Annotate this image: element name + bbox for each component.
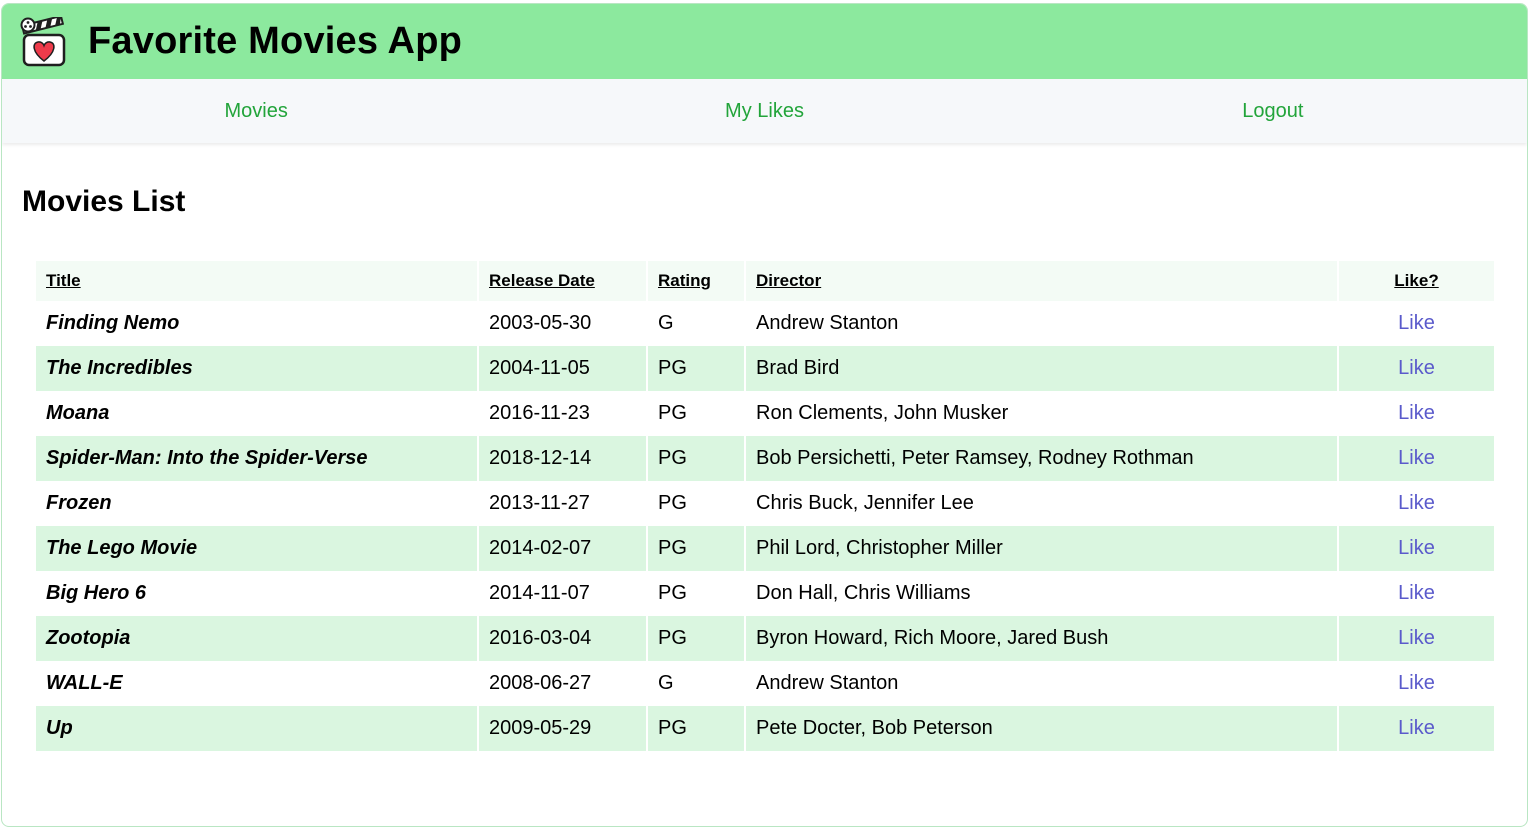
rating: PG <box>648 571 744 616</box>
release-date: 2003-05-30 <box>479 301 646 346</box>
rating: PG <box>648 436 744 481</box>
like-cell: Like <box>1339 616 1494 661</box>
table-row: WALL-E 2008-06-27 G Andrew Stanton Like <box>36 661 1494 706</box>
release-date: 2014-02-07 <box>479 526 646 571</box>
column-header-release-date[interactable]: Release Date <box>479 261 646 301</box>
main-nav: Movies My Likes Logout <box>2 79 1527 143</box>
table-row: The Incredibles 2004-11-05 PG Brad Bird … <box>36 346 1494 391</box>
release-date: 2004-11-05 <box>479 346 646 391</box>
like-cell: Like <box>1339 706 1494 751</box>
table-row: Up 2009-05-29 PG Pete Docter, Bob Peters… <box>36 706 1494 751</box>
table-row: Big Hero 6 2014-11-07 PG Don Hall, Chris… <box>36 571 1494 616</box>
like-link[interactable]: Like <box>1398 627 1435 649</box>
movie-title: Big Hero 6 <box>36 571 477 616</box>
table-header-row: Title Release Date Rating Director Like? <box>36 261 1494 301</box>
movie-title: WALL-E <box>36 661 477 706</box>
like-cell: Like <box>1339 481 1494 526</box>
like-cell: Like <box>1339 571 1494 616</box>
movie-title: Finding Nemo <box>36 301 477 346</box>
column-header-title[interactable]: Title <box>36 261 477 301</box>
app-header: Favorite Movies App <box>2 4 1527 79</box>
like-link[interactable]: Like <box>1398 402 1435 424</box>
release-date: 2016-03-04 <box>479 616 646 661</box>
like-cell: Like <box>1339 391 1494 436</box>
nav-my-likes-link[interactable]: My Likes <box>510 79 1018 143</box>
release-date: 2014-11-07 <box>479 571 646 616</box>
nav-logout-link[interactable]: Logout <box>1019 79 1527 143</box>
director: Chris Buck, Jennifer Lee <box>746 481 1337 526</box>
app-title: Favorite Movies App <box>88 20 463 62</box>
director: Andrew Stanton <box>746 661 1337 706</box>
movie-title: The Lego Movie <box>36 526 477 571</box>
movie-title: Zootopia <box>36 616 477 661</box>
movie-title: Spider-Man: Into the Spider-Verse <box>36 436 477 481</box>
director: Don Hall, Chris Williams <box>746 571 1337 616</box>
release-date: 2008-06-27 <box>479 661 646 706</box>
release-date: 2016-11-23 <box>479 391 646 436</box>
table-row: Zootopia 2016-03-04 PG Byron Howard, Ric… <box>36 616 1494 661</box>
table-row: Moana 2016-11-23 PG Ron Clements, John M… <box>36 391 1494 436</box>
like-cell: Like <box>1339 661 1494 706</box>
like-cell: Like <box>1339 346 1494 391</box>
like-cell: Like <box>1339 301 1494 346</box>
director: Brad Bird <box>746 346 1337 391</box>
main-content: Movies List Title Release Date Rating Di… <box>2 185 1527 751</box>
app-window: Favorite Movies App Movies My Likes Logo… <box>1 3 1528 827</box>
rating: PG <box>648 481 744 526</box>
nav-movies-link[interactable]: Movies <box>2 79 510 143</box>
director: Byron Howard, Rich Moore, Jared Bush <box>746 616 1337 661</box>
director: Bob Persichetti, Peter Ramsey, Rodney Ro… <box>746 436 1337 481</box>
table-row: Finding Nemo 2003-05-30 G Andrew Stanton… <box>36 301 1494 346</box>
rating: G <box>648 301 744 346</box>
rating: G <box>648 661 744 706</box>
release-date: 2009-05-29 <box>479 706 646 751</box>
movie-title: Up <box>36 706 477 751</box>
column-header-like[interactable]: Like? <box>1339 261 1494 301</box>
like-link[interactable]: Like <box>1398 312 1435 334</box>
rating: PG <box>648 346 744 391</box>
movie-title: Frozen <box>36 481 477 526</box>
table-row: The Lego Movie 2014-02-07 PG Phil Lord, … <box>36 526 1494 571</box>
like-link[interactable]: Like <box>1398 537 1435 559</box>
table-row: Spider-Man: Into the Spider-Verse 2018-1… <box>36 436 1494 481</box>
like-link[interactable]: Like <box>1398 717 1435 739</box>
rating: PG <box>648 526 744 571</box>
table-row: Frozen 2013-11-27 PG Chris Buck, Jennife… <box>36 481 1494 526</box>
director: Phil Lord, Christopher Miller <box>746 526 1337 571</box>
like-cell: Like <box>1339 436 1494 481</box>
column-header-director[interactable]: Director <box>746 261 1337 301</box>
column-header-rating[interactable]: Rating <box>648 261 744 301</box>
like-cell: Like <box>1339 526 1494 571</box>
director: Andrew Stanton <box>746 301 1337 346</box>
like-link[interactable]: Like <box>1398 492 1435 514</box>
like-link[interactable]: Like <box>1398 447 1435 469</box>
like-link[interactable]: Like <box>1398 672 1435 694</box>
like-link[interactable]: Like <box>1398 357 1435 379</box>
director: Pete Docter, Bob Peterson <box>746 706 1337 751</box>
director: Ron Clements, John Musker <box>746 391 1337 436</box>
rating: PG <box>648 616 744 661</box>
clapperboard-heart-icon <box>20 16 66 66</box>
like-link[interactable]: Like <box>1398 582 1435 604</box>
page-title: Movies List <box>22 185 186 218</box>
movie-title: The Incredibles <box>36 346 477 391</box>
rating: PG <box>648 706 744 751</box>
movies-table: Title Release Date Rating Director Like?… <box>34 261 1496 751</box>
release-date: 2018-12-14 <box>479 436 646 481</box>
movie-title: Moana <box>36 391 477 436</box>
release-date: 2013-11-27 <box>479 481 646 526</box>
rating: PG <box>648 391 744 436</box>
